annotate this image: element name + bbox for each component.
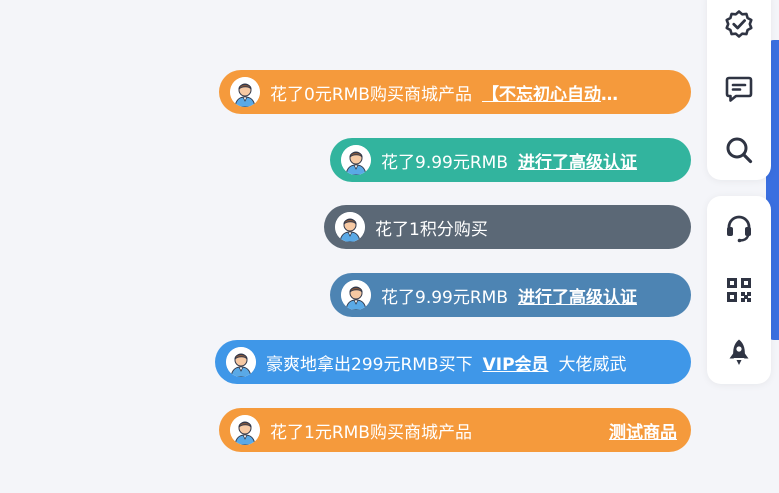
user-avatar-icon [341,280,371,310]
product-link[interactable]: 测试商品 [609,418,677,443]
feed-message: 花了0元RMB购买商城产品 [270,84,472,105]
floating-toolbar-top [707,0,771,180]
back-to-top-button[interactable] [719,332,759,372]
feed-message: 花了9.99元RMB [381,287,508,308]
avatar [341,145,371,175]
user-avatar-icon [335,212,365,242]
customer-service-button[interactable] [719,208,759,248]
product-link[interactable]: 【不忘初心自动化写作】 [482,80,618,105]
user-avatar-icon [341,145,371,175]
headset-icon [727,215,751,243]
feed-message: 豪爽地拿出299元RMB买下 [266,354,473,375]
feed-message: 花了1积分购买 [375,219,488,240]
search-button[interactable] [719,130,759,170]
qr-code-button[interactable] [719,270,759,310]
purchase-feed: 花了0元RMB购买商城产品 【不忘初心自动化写作】 花了9.99元RMB 进行了… [0,0,700,493]
verified-badge-icon [725,10,753,38]
feed-message: 花了1元RMB购买商城产品 [270,422,472,443]
user-avatar-icon [230,415,260,445]
message-icon [725,76,753,102]
user-avatar-icon [230,77,260,107]
feed-item: 花了9.99元RMB 进行了高级认证 [330,138,691,182]
vip-link[interactable]: VIP会员 [483,350,549,375]
feed-item: 豪爽地拿出299元RMB买下 VIP会员 大佬威武 [215,340,691,384]
feed-item: 花了1积分购买 [324,205,691,249]
rocket-icon [729,339,749,365]
certification-link[interactable]: 进行了高级认证 [518,283,637,308]
search-icon [726,137,753,164]
feed-item: 花了0元RMB购买商城产品 【不忘初心自动化写作】 [219,70,691,114]
avatar [230,77,260,107]
avatar [341,280,371,310]
feed-item: 花了1元RMB购买商城产品 测试商品 [219,408,691,452]
avatar [230,415,260,445]
avatar [226,347,256,377]
feed-item: 花了9.99元RMB 进行了高级认证 [330,273,691,317]
certification-link[interactable]: 进行了高级认证 [518,148,637,173]
user-avatar-icon [226,347,256,377]
feed-message: 花了9.99元RMB [381,152,508,173]
floating-toolbar-bottom [707,196,771,384]
message-button[interactable] [719,69,759,109]
feed-tail-text: 大佬威武 [558,354,627,375]
qr-code-icon [727,278,751,302]
avatar [335,212,365,242]
verified-button[interactable] [719,4,759,44]
